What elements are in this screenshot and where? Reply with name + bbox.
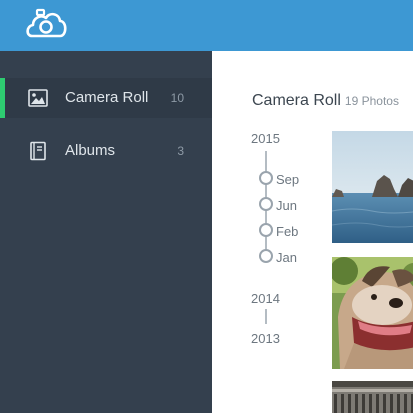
sea-rocks-photo[interactable] — [332, 131, 413, 243]
timeline-line — [265, 309, 267, 324]
timeline-month[interactable]: Feb — [276, 224, 298, 239]
image-icon — [28, 89, 48, 107]
camera-cloud-icon[interactable] — [24, 6, 68, 44]
sidebar-item-label: Camera Roll — [65, 89, 149, 106]
top-bar — [0, 0, 413, 51]
timeline-year[interactable]: 2013 — [251, 331, 280, 346]
timeline-month[interactable]: Jun — [276, 198, 297, 213]
sidebar: Camera Roll 10 Albums 3 — [0, 51, 212, 413]
sidebar-item-albums[interactable]: Albums 3 — [0, 131, 212, 171]
timeline-node[interactable] — [259, 249, 273, 263]
sidebar-item-label: Albums — [65, 142, 116, 159]
timeline-year[interactable]: 2014 — [251, 291, 280, 306]
active-indicator — [0, 78, 5, 118]
album-book-icon — [30, 141, 46, 161]
main-content: Camera Roll 19 Photos 2015 Sep Jun Feb Ja… — [212, 51, 413, 413]
architecture-photo[interactable] — [332, 381, 413, 413]
photo-count: 19 Photos — [344, 94, 399, 108]
timeline-node[interactable] — [259, 223, 273, 237]
timeline-node[interactable] — [259, 171, 273, 185]
sidebar-item-count: 3 — [177, 144, 184, 158]
timeline-year[interactable]: 2015 — [251, 131, 280, 146]
timeline-node[interactable] — [259, 197, 273, 211]
timeline: 2015 Sep Jun Feb Jan 2014 2013 — [212, 51, 322, 413]
sidebar-item-camera-roll[interactable]: Camera Roll 10 — [0, 78, 212, 118]
timeline-month[interactable]: Sep — [276, 172, 299, 187]
sidebar-item-count: 10 — [170, 91, 184, 105]
timeline-month[interactable]: Jan — [276, 250, 297, 265]
dog-photo[interactable] — [332, 257, 413, 369]
